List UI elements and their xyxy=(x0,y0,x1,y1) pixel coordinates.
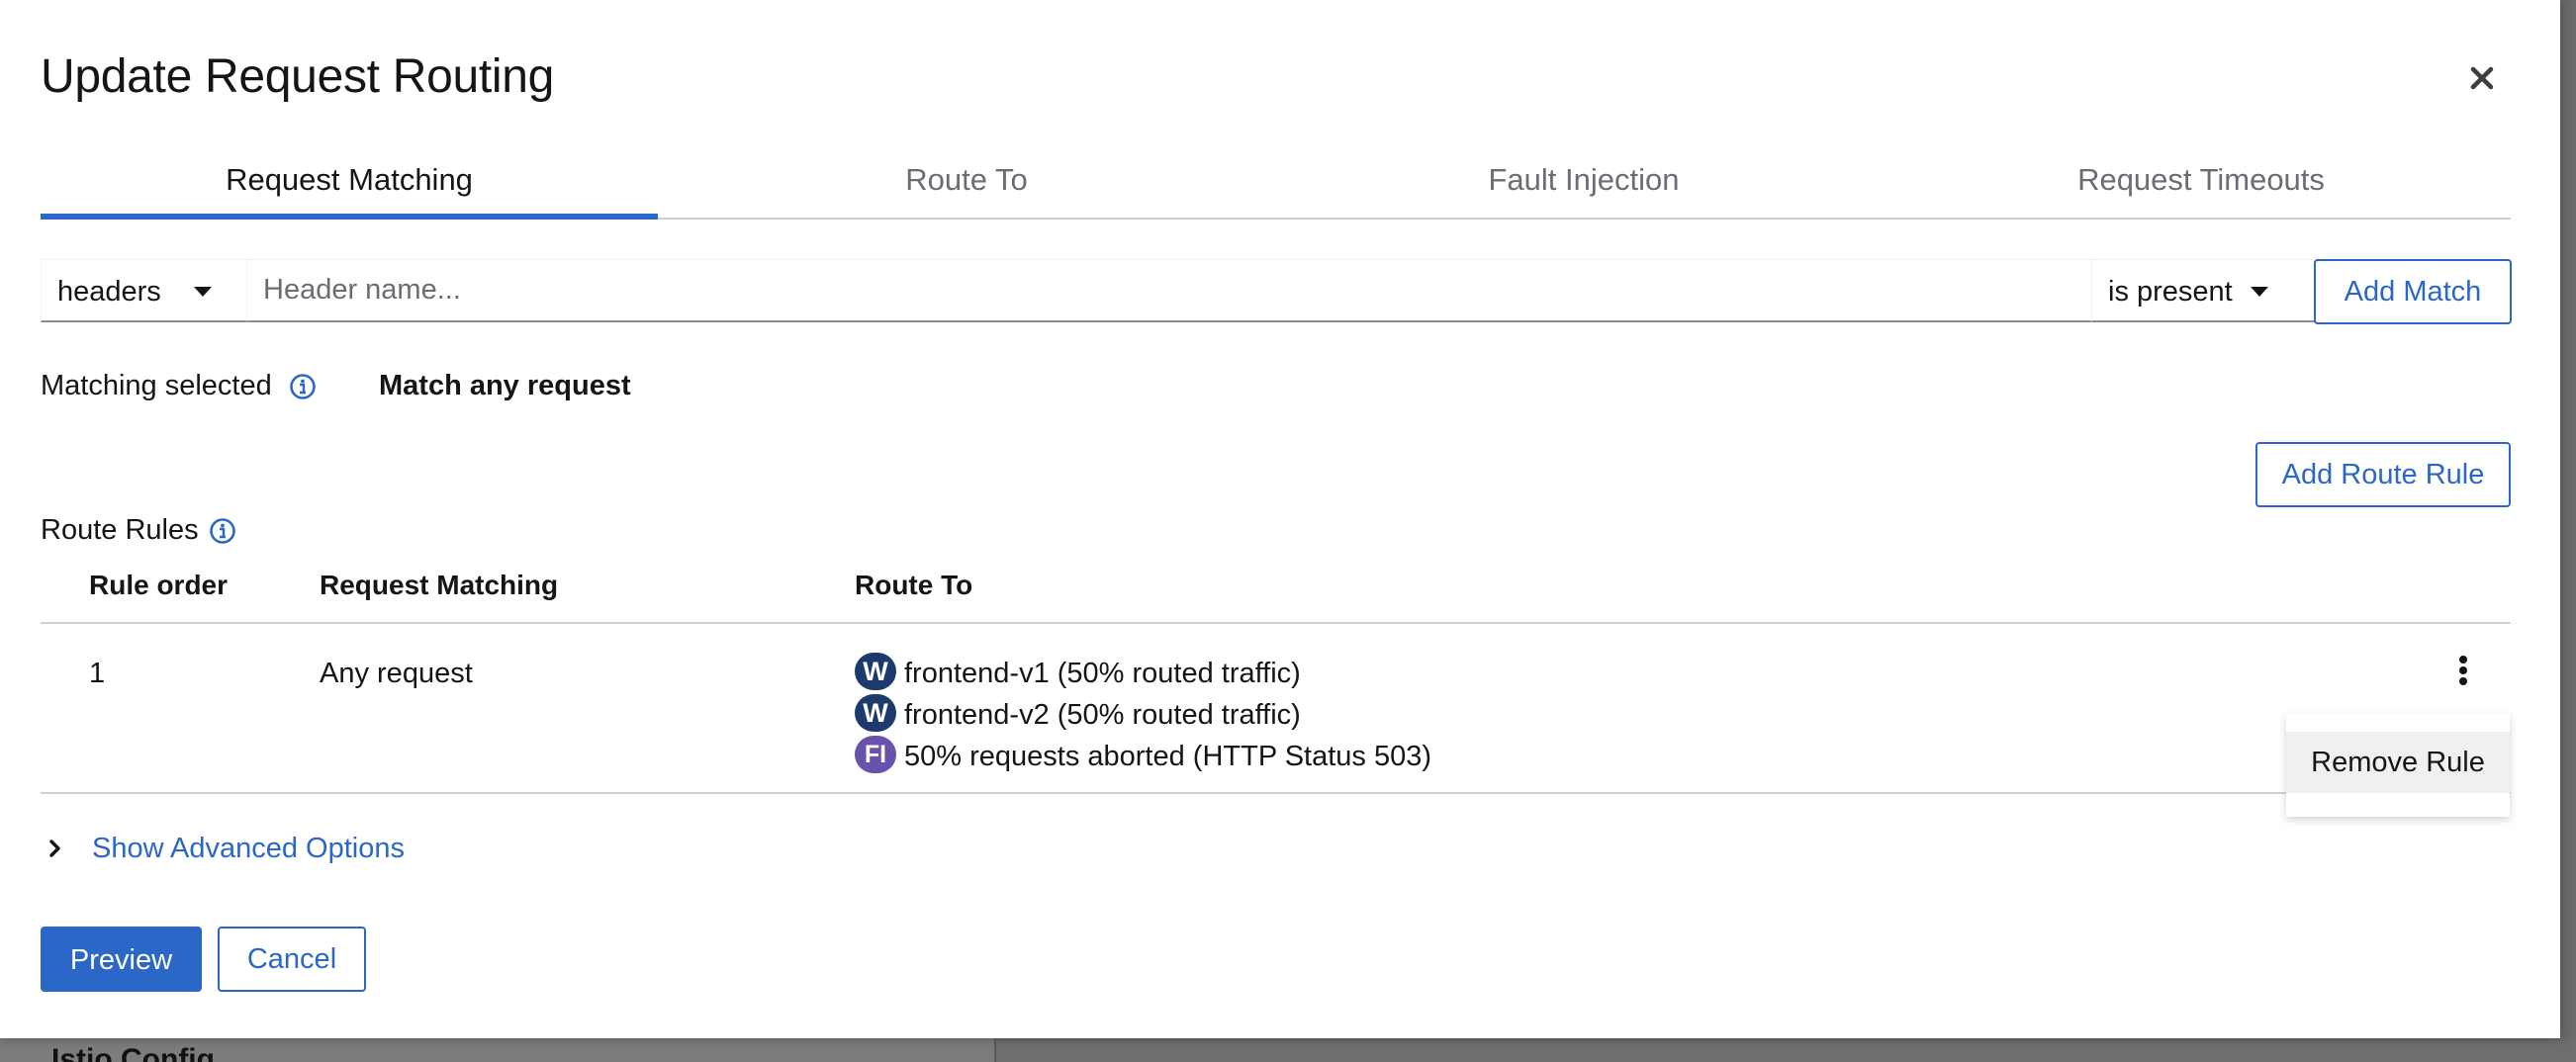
match-type-select[interactable]: headers xyxy=(41,259,246,322)
preview-button[interactable]: Preview xyxy=(41,927,202,992)
row-actions-kebab-icon[interactable] xyxy=(2453,653,2473,692)
table-row-divider xyxy=(41,792,2511,794)
match-operator-select[interactable]: is present xyxy=(2092,259,2318,322)
column-header-request-matching: Request Matching xyxy=(320,570,559,600)
route-rules-label: Route Rules xyxy=(41,514,199,546)
remove-rule-menu-item[interactable]: Remove Rule xyxy=(2286,732,2510,793)
fault-injection-item: FI 50% requests aborted (HTTP Status 503) xyxy=(855,736,1432,776)
show-advanced-options-toggle[interactable]: Show Advanced Options xyxy=(92,829,405,868)
column-header-rule-order: Rule order xyxy=(89,570,229,600)
modal-title: Update Request Routing xyxy=(41,50,555,103)
workload-badge: W xyxy=(855,653,896,691)
tab-bar: Request Matching Route To Fault Injectio… xyxy=(41,148,2511,220)
fault-injection-badge: FI xyxy=(855,736,896,774)
tab-route-to[interactable]: Route To xyxy=(658,148,1275,218)
cancel-button[interactable]: Cancel xyxy=(218,927,366,992)
chevron-right-icon[interactable] xyxy=(46,837,65,860)
caret-down-icon xyxy=(2251,287,2268,297)
matching-selected-value: Match any request xyxy=(379,370,631,401)
column-header-route-to: Route To xyxy=(855,570,973,600)
caret-down-icon xyxy=(194,287,212,297)
route-destination-text: frontend-v2 (50% routed traffic) xyxy=(904,699,1301,731)
close-button[interactable] xyxy=(2463,59,2501,97)
route-destination-text: frontend-v1 (50% routed traffic) xyxy=(904,658,1301,689)
request-matching-cell: Any request xyxy=(320,658,473,689)
add-route-rule-button[interactable]: Add Route Rule xyxy=(2255,442,2511,507)
matching-selected-label: Matching selected xyxy=(41,370,272,401)
match-builder: headers is present Add Match xyxy=(41,259,2512,324)
match-operator-value: is present xyxy=(2108,276,2233,308)
background-panel-title: Istio Config xyxy=(51,1043,215,1062)
tab-request-timeouts[interactable]: Request Timeouts xyxy=(1892,148,2510,218)
add-match-button[interactable]: Add Match xyxy=(2314,259,2512,324)
info-icon[interactable] xyxy=(289,373,317,400)
route-destination-item: Wfrontend-v1 (50% routed traffic) xyxy=(855,653,1301,693)
fault-injection-text: 50% requests aborted (HTTP Status 503) xyxy=(904,741,1432,772)
table-header-divider xyxy=(41,622,2511,624)
tab-fault-injection[interactable]: Fault Injection xyxy=(1275,148,1892,218)
info-icon[interactable] xyxy=(209,517,236,545)
workload-badge: W xyxy=(855,694,896,733)
header-name-input[interactable] xyxy=(246,259,2092,322)
close-icon xyxy=(2470,66,2494,90)
update-request-routing-modal: Update Request Routing Request Matching … xyxy=(0,0,2560,1038)
route-destination-item: Wfrontend-v2 (50% routed traffic) xyxy=(855,694,1301,735)
tab-request-matching[interactable]: Request Matching xyxy=(41,148,658,220)
row-actions-menu: Remove Rule xyxy=(2286,714,2510,817)
match-type-value: headers xyxy=(57,276,161,308)
rule-order-cell: 1 xyxy=(89,658,106,689)
